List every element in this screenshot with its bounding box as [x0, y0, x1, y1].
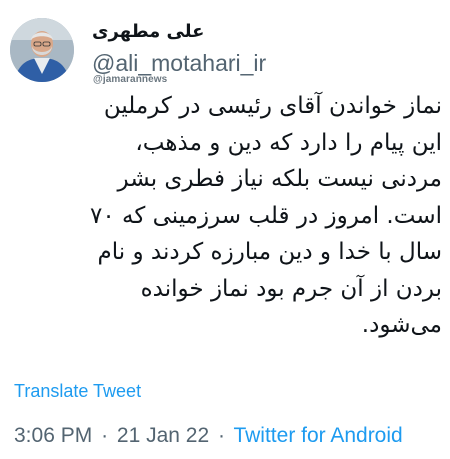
avatar-photo-icon [10, 18, 74, 82]
tweet-source-link[interactable]: Twitter for Android [233, 424, 402, 447]
tweet-text-line: بردن از آن جرم بود نماز خوانده [140, 275, 442, 302]
tweet-card: علی مطهری @ali_motahari_ir @jamarannews … [0, 0, 450, 459]
tweet-text-line: است. امروز در قلب سرزمینی که ۷۰ [89, 202, 442, 229]
watermark-label: @jamarannews [93, 74, 168, 85]
meta-separator: · [218, 424, 225, 447]
tweet-time[interactable]: 3:06 PM [14, 424, 92, 447]
tweet-date[interactable]: 21 Jan 22 [117, 424, 209, 447]
translate-tweet-link[interactable]: Translate Tweet [14, 381, 141, 402]
meta-separator: · [101, 424, 109, 447]
tweet-text-line: نماز خواندن آقای رئیسی در کرملین [103, 93, 442, 119]
tweet-text-line: می‌شود. [361, 312, 442, 338]
tweet-header: علی مطهری @ali_motahari_ir [0, 10, 450, 88]
tweet-meta: 3:06 PM · 21 Jan 22 · Twitter for Androi… [14, 424, 403, 448]
avatar[interactable] [10, 18, 74, 82]
user-handle[interactable]: @ali_motahari_ir [92, 50, 432, 76]
tweet-text-line: سال با خدا و دین مبارزه کردند و نام [97, 239, 442, 265]
tweet-text-line: این پیام را دارد که دین و مذهب، [135, 129, 442, 156]
tweet-text: نماز خواندن آقای رئیسی در کرملین این پیا… [8, 88, 442, 344]
user-names: علی مطهری @ali_motahari_ir [92, 20, 432, 76]
display-name[interactable]: علی مطهری [92, 20, 432, 44]
tweet-text-line: مردنی نیست بلکه نیاز فطری بشر [117, 166, 443, 192]
